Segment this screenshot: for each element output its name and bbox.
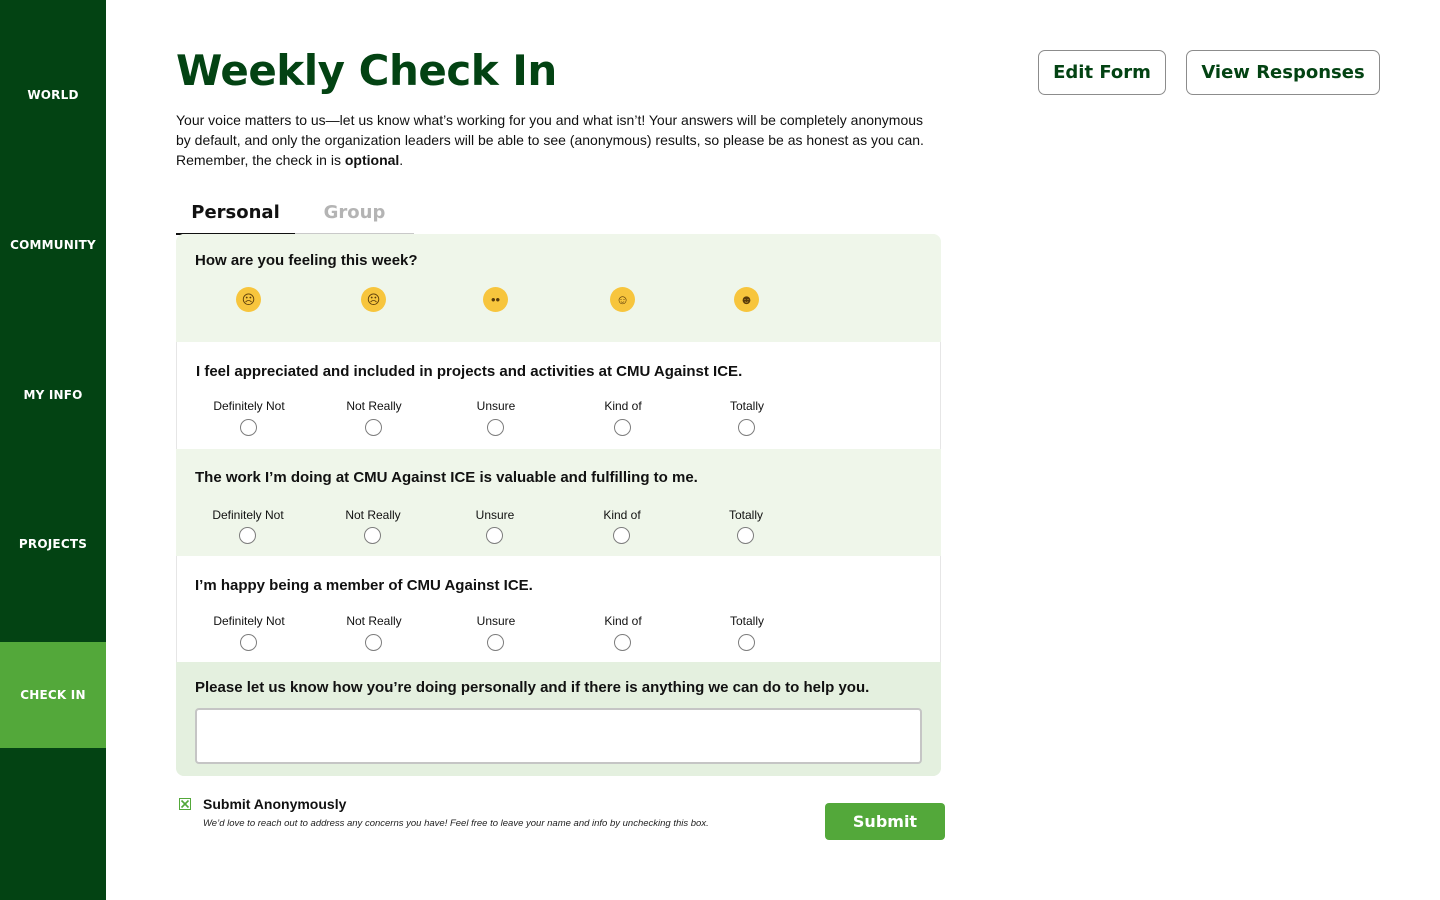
q2-radio-definitely-not[interactable]: [239, 527, 256, 544]
page-title: Weekly Check In: [176, 46, 557, 95]
option-label: Definitely Not: [213, 399, 285, 413]
q1-radio-unsure[interactable]: [487, 419, 504, 436]
q3-radio-unsure[interactable]: [487, 634, 504, 651]
q3-radio-kind-of[interactable]: [614, 634, 631, 651]
q1-radio-totally[interactable]: [738, 419, 755, 436]
option-label: Definitely Not: [212, 508, 284, 522]
option-label: Kind of: [604, 614, 642, 628]
q2-radio-totally[interactable]: [737, 527, 754, 544]
tab-bar: Personal Group: [176, 192, 414, 235]
option-label: Totally: [729, 399, 764, 413]
q1-radio-kind-of[interactable]: [614, 419, 631, 436]
question-1-section: I feel appreciated and included in proje…: [176, 342, 941, 449]
question-1-text: I feel appreciated and included in proje…: [196, 363, 743, 380]
question-2-section: The work I’m doing at CMU Against ICE is…: [176, 449, 941, 556]
option-label: Not Really: [346, 614, 402, 628]
anonymous-checkbox[interactable]: [179, 798, 191, 810]
view-responses-button[interactable]: View Responses: [1186, 50, 1380, 95]
sidebar-item-community[interactable]: COMMUNITY: [0, 192, 106, 298]
q1-radio-not-really[interactable]: [365, 419, 382, 436]
sidebar-item-world[interactable]: WORLD: [0, 42, 106, 148]
question-2-text: The work I’m doing at CMU Against ICE is…: [195, 469, 698, 486]
question-3-text: I’m happy being a member of CMU Against …: [195, 577, 533, 594]
option-label: Definitely Not: [213, 614, 285, 628]
sidebar-item-label: PROJECTS: [18, 537, 88, 551]
sidebar-item-label: CHECK IN: [20, 688, 86, 702]
neutral-face-icon[interactable]: ••: [483, 287, 508, 312]
sidebar-item-projects[interactable]: PROJECTS: [0, 491, 106, 597]
tab-group[interactable]: Group: [295, 192, 414, 233]
checkmark-x-icon: [180, 799, 189, 808]
q3-radio-definitely-not[interactable]: [240, 634, 257, 651]
intro-text-end: .: [399, 152, 404, 168]
option-label: Kind of: [603, 508, 641, 522]
tab-personal[interactable]: Personal: [176, 192, 295, 235]
loudly-crying-face-icon[interactable]: ☹: [236, 287, 261, 312]
sidebar-item-label: COMMUNITY: [10, 238, 96, 252]
submit-button[interactable]: Submit: [825, 803, 945, 840]
option-label: Unsure: [476, 399, 516, 413]
comment-textarea[interactable]: [195, 708, 922, 764]
sidebar-item-my-info[interactable]: MY INFO: [0, 342, 106, 448]
grinning-face-icon[interactable]: ☻: [734, 287, 759, 312]
mood-section: How are you feeling this week? ☹ ☹ •• ☺ …: [176, 234, 941, 342]
anonymous-label: Submit Anonymously: [203, 796, 347, 812]
option-label: Not Really: [345, 508, 401, 522]
sidebar-item-label: MY INFO: [23, 388, 83, 402]
sidebar: WORLD COMMUNITY MY INFO PROJECTS CHECK I…: [0, 0, 106, 900]
option-label: Totally: [729, 614, 764, 628]
check-in-form: How are you feeling this week? ☹ ☹ •• ☺ …: [176, 234, 941, 776]
intro-text: Your voice matters to us—let us know wha…: [176, 110, 936, 170]
question-3-section: I’m happy being a member of CMU Against …: [176, 556, 941, 662]
comment-question: Please let us know how you’re doing pers…: [195, 679, 870, 696]
q2-radio-kind-of[interactable]: [613, 527, 630, 544]
q1-radio-definitely-not[interactable]: [240, 419, 257, 436]
q2-radio-unsure[interactable]: [486, 527, 503, 544]
q3-radio-totally[interactable]: [738, 634, 755, 651]
sidebar-item-label: WORLD: [27, 88, 79, 102]
sad-tear-face-icon[interactable]: ☹: [361, 287, 386, 312]
option-label: Unsure: [476, 614, 516, 628]
option-label: Not Really: [346, 399, 402, 413]
intro-text-main: Your voice matters to us—let us know wha…: [176, 112, 924, 168]
q3-radio-not-really[interactable]: [365, 634, 382, 651]
option-label: Totally: [728, 508, 763, 522]
option-label: Unsure: [475, 508, 515, 522]
anonymous-note: We’d love to reach out to address any co…: [203, 818, 709, 829]
q2-radio-not-really[interactable]: [364, 527, 381, 544]
intro-text-bold: optional: [344, 152, 400, 168]
option-label: Kind of: [604, 399, 642, 413]
edit-form-button[interactable]: Edit Form: [1038, 50, 1166, 95]
slight-smile-face-icon[interactable]: ☺: [610, 287, 635, 312]
mood-question: How are you feeling this week?: [195, 252, 418, 269]
sidebar-item-check-in[interactable]: CHECK IN: [0, 642, 106, 748]
